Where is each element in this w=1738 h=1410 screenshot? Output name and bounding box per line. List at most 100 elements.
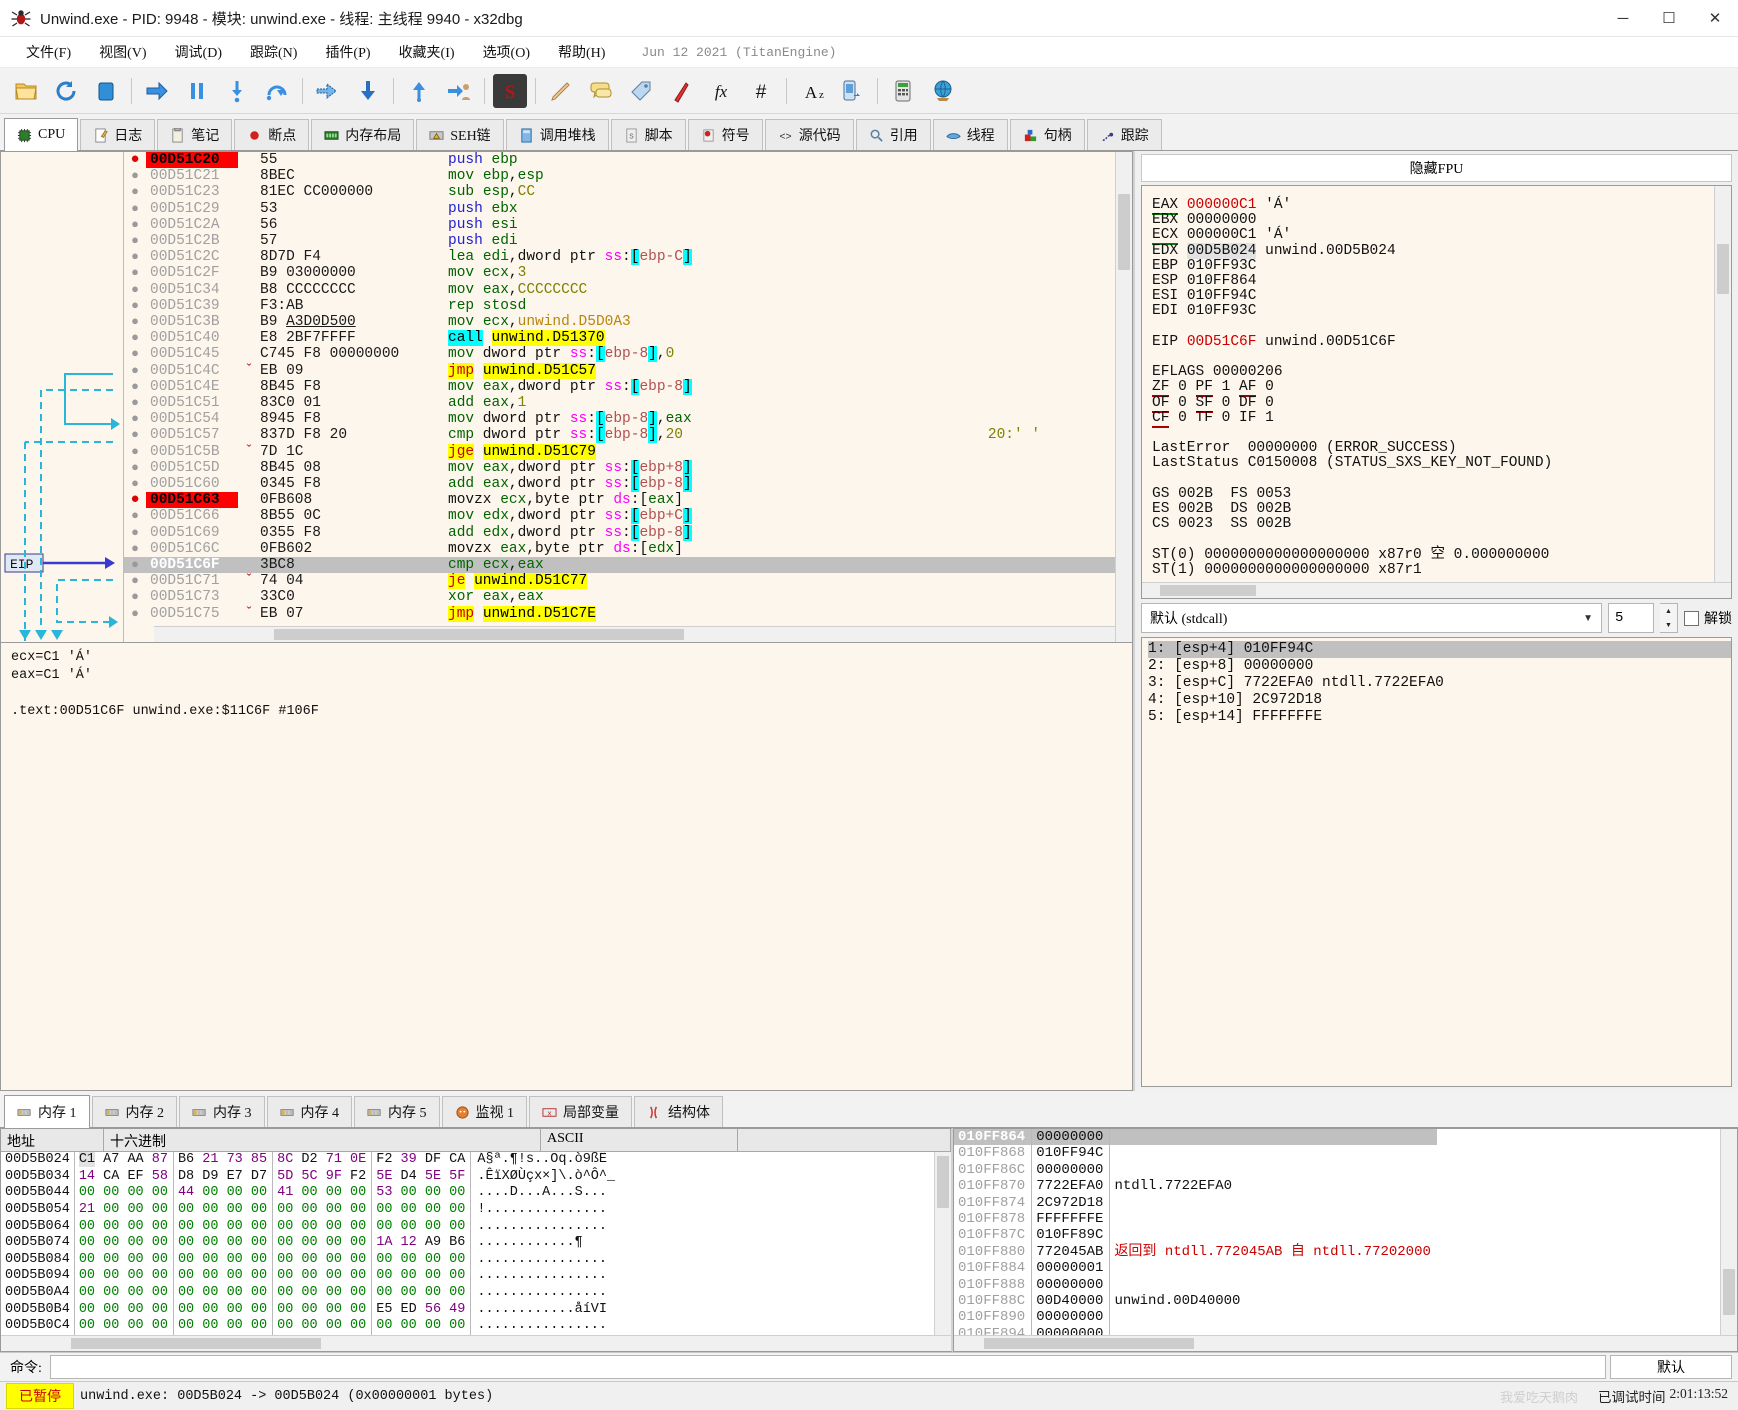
stack-vscroll[interactable]: [1720, 1129, 1737, 1335]
breakpoint-cell[interactable]: ●: [124, 557, 146, 574]
comment-cell[interactable]: [976, 265, 1115, 281]
dump-hex-group[interactable]: 21 00 00 00: [74, 1201, 174, 1219]
stack-comment[interactable]: ntdll.7722EFA0: [1110, 1178, 1437, 1194]
address-cell[interactable]: 00D51C40: [146, 330, 238, 346]
flag-name[interactable]: IF: [1239, 410, 1256, 426]
dump-byte[interactable]: 00: [425, 1268, 441, 1283]
flag-value[interactable]: 0: [1265, 395, 1274, 411]
dump-byte[interactable]: 00: [401, 1252, 417, 1267]
dump-byte[interactable]: AA: [127, 1152, 143, 1167]
dump-byte[interactable]: 00: [401, 1285, 417, 1300]
dump-byte[interactable]: 00: [326, 1302, 342, 1317]
dump-byte[interactable]: 00: [251, 1268, 267, 1283]
dump-address[interactable]: 00D5B074: [1, 1235, 75, 1252]
dump-byte[interactable]: 5C: [301, 1169, 317, 1184]
flag-value[interactable]: 0: [1178, 379, 1187, 395]
dump-hex-group[interactable]: 8C D2 71 0E: [272, 1152, 373, 1169]
comment-cell[interactable]: [976, 379, 1115, 395]
menu-item-view[interactable]: 视图(V): [85, 39, 160, 65]
dump-byte[interactable]: 00: [251, 1252, 267, 1267]
dump-address[interactable]: 00D5B054: [1, 1201, 75, 1219]
stack-value[interactable]: FFFFFFFE: [1031, 1211, 1111, 1228]
dump-byte[interactable]: 00: [103, 1202, 119, 1217]
dump-byte[interactable]: 00: [376, 1318, 392, 1333]
fold-cell[interactable]: ˇ: [238, 606, 260, 622]
address-cell[interactable]: 00D51C2C: [146, 249, 238, 265]
dump-byte[interactable]: 00: [152, 1202, 168, 1217]
instruction-cell[interactable]: push ebp: [448, 152, 976, 168]
instruction-dot[interactable]: ●: [131, 557, 139, 572]
instruction-cell[interactable]: rep stosd: [448, 298, 976, 314]
scylla-button[interactable]: S: [493, 73, 527, 108]
stack-comment[interactable]: [1110, 1277, 1437, 1293]
fold-cell[interactable]: [238, 411, 260, 427]
fold-cell[interactable]: [238, 217, 260, 233]
instruction-dot[interactable]: ●: [131, 379, 139, 394]
dump-byte[interactable]: 00: [277, 1252, 293, 1267]
comment-cell[interactable]: [976, 541, 1115, 557]
instruction-dot[interactable]: ●: [131, 314, 139, 329]
dump-byte[interactable]: 00: [103, 1235, 119, 1250]
step-over-button[interactable]: [260, 74, 294, 108]
instruction-dot[interactable]: ●: [131, 411, 139, 426]
breakpoint-cell[interactable]: ●: [124, 541, 146, 557]
stack-address[interactable]: 010FF880: [954, 1243, 1033, 1261]
disassembly-row[interactable]: ● 00D51C40 E8 2BF7FFFF call unwind.D51370: [124, 330, 1115, 347]
breakpoint-dot[interactable]: ●: [130, 152, 139, 168]
disassembly-row[interactable]: ● 00D51C71 ˇ 74 04 je unwind.D51C77: [124, 573, 1115, 590]
instruction-dot[interactable]: ●: [131, 589, 139, 604]
fold-cell[interactable]: [238, 168, 260, 184]
address-cell[interactable]: 00D51C63: [146, 492, 238, 509]
instruction-cell[interactable]: cmp ecx,eax: [448, 557, 976, 574]
register-row[interactable]: EDI 010FF93C: [1152, 304, 1731, 319]
flag-value[interactable]: 0: [1178, 395, 1187, 411]
comment-cell[interactable]: [976, 168, 1115, 184]
comment-cell[interactable]: [976, 201, 1115, 217]
menu-item-file[interactable]: 文件(F): [12, 39, 85, 65]
comment-cell[interactable]: [976, 476, 1115, 492]
disassembly-row[interactable]: ● 00D51C2A 56 push esi: [124, 217, 1115, 233]
fold-cell[interactable]: [238, 492, 260, 508]
dump-byte[interactable]: 00: [326, 1252, 342, 1267]
register-row[interactable]: EAX 000000C1 'Á': [1152, 197, 1731, 215]
dump-byte[interactable]: 00: [227, 1302, 243, 1317]
comment-cell[interactable]: [976, 525, 1115, 541]
stack-table[interactable]: 010FF864 00000000 010FF868 010FF94C 010FF86C…: [954, 1129, 1437, 1335]
flags-row[interactable]: OF 0 SF 0 DF 0: [1152, 394, 1731, 413]
minimize-button[interactable]: ─: [1600, 0, 1646, 36]
disassembly-row[interactable]: ● 00D51C3B B9 A3D0D500 mov ecx,unwind.D5D0A…: [124, 314, 1115, 330]
dump-byte[interactable]: 00: [301, 1235, 317, 1250]
dump-hex-group[interactable]: 00 00 00 00: [272, 1235, 373, 1252]
fold-cell[interactable]: [238, 476, 260, 492]
instruction-dot[interactable]: ●: [131, 298, 139, 313]
dump-hex-group[interactable]: F2 39 DF CA: [371, 1152, 472, 1169]
disassembly-row[interactable]: ● 00D51C5D 8B45 08 mov eax,dword ptr ss:[eb…: [124, 459, 1115, 476]
stack-comment[interactable]: [1110, 1145, 1437, 1161]
argument-row[interactable]: 2: [esp+8] 00000000: [1148, 658, 1731, 675]
fold-cell[interactable]: [238, 525, 260, 541]
comment-cell[interactable]: [976, 314, 1115, 330]
dump-address[interactable]: 00D5B0C4: [1, 1318, 75, 1335]
dump-byte[interactable]: 58: [152, 1169, 168, 1184]
instruction-cell[interactable]: mov eax,dword ptr ss:[ebp+8]: [448, 459, 976, 476]
dump-byte[interactable]: 00: [376, 1268, 392, 1283]
instruction-dot[interactable]: ●: [131, 444, 139, 459]
instruction-cell[interactable]: mov eax,CCCCCCCC: [448, 282, 976, 298]
argument-row[interactable]: 3: [esp+C] 7722EFA0 ntdll.7722EFA0: [1148, 675, 1731, 692]
dump-byte[interactable]: 00: [79, 1235, 95, 1250]
dump-byte[interactable]: 00: [376, 1219, 392, 1234]
fold-cell[interactable]: [238, 427, 260, 443]
instruction-cell[interactable]: lea edi,dword ptr ss:[ebp-C]: [448, 249, 976, 266]
instruction-dot[interactable]: ●: [131, 573, 139, 588]
breakpoint-cell[interactable]: ●: [124, 298, 146, 314]
hash-icon[interactable]: #: [744, 74, 778, 108]
breakpoint-cell[interactable]: ●: [124, 606, 146, 622]
dump-hex-group[interactable]: 00 00 00 00: [74, 1318, 174, 1335]
register-value[interactable]: 00D51C6F: [1187, 334, 1257, 350]
dump-row[interactable]: 00D5B084 00 00 00 00 00 00 00 00 00 00 00 0…: [1, 1251, 616, 1269]
breakpoint-cell[interactable]: ●: [124, 411, 146, 427]
tab-symbols[interactable]: 符号: [687, 119, 763, 150]
stack-address[interactable]: 010FF88C: [954, 1293, 1033, 1310]
dump-hex-group[interactable]: 5E D4 5E 5F: [371, 1168, 472, 1186]
comment-cell[interactable]: [976, 363, 1115, 379]
